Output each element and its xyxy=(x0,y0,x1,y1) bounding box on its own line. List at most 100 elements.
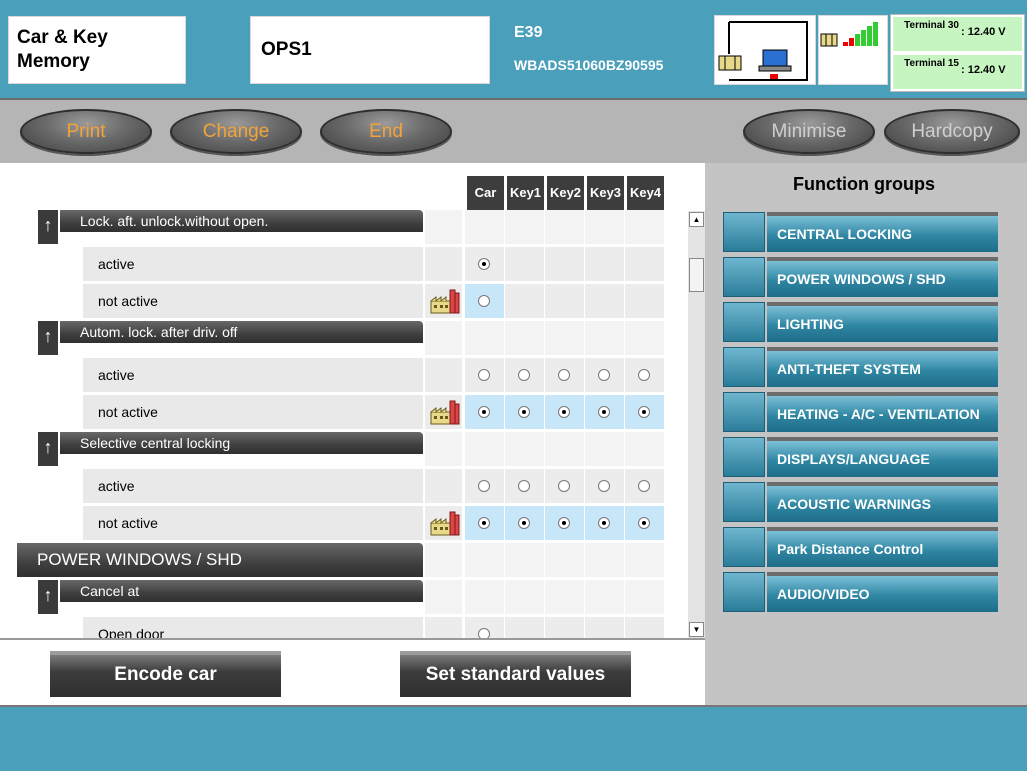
column-header-car: Car xyxy=(465,176,504,210)
radio-button[interactable] xyxy=(558,517,570,529)
option-cell-key3[interactable] xyxy=(585,358,624,392)
scroll-down-arrow-icon[interactable]: ▼ xyxy=(689,622,704,637)
option-cell-key1[interactable] xyxy=(505,506,544,540)
option-cell-car[interactable] xyxy=(465,617,504,638)
option-cell-key1[interactable] xyxy=(505,358,544,392)
function-group-label[interactable]: POWER WINDOWS / SHD xyxy=(767,257,998,297)
function-group-square-icon[interactable] xyxy=(723,257,765,297)
radio-button[interactable] xyxy=(518,406,530,418)
function-group-label[interactable]: ANTI-THEFT SYSTEM xyxy=(767,347,998,387)
end-button[interactable]: End xyxy=(320,109,452,154)
option-cell-key2[interactable] xyxy=(545,469,584,503)
option-cell-car[interactable] xyxy=(465,395,504,429)
function-group-item[interactable]: DISPLAYS/LANGUAGE xyxy=(723,437,998,477)
scroll-up-arrow-icon[interactable]: ▲ xyxy=(689,212,704,227)
job-name: OPS1 xyxy=(250,16,490,84)
empty-cell xyxy=(625,543,664,577)
function-group-square-icon[interactable] xyxy=(723,212,765,252)
option-cell-key4[interactable] xyxy=(625,358,664,392)
expand-arrow-icon[interactable]: ↑ xyxy=(38,580,58,614)
radio-button[interactable] xyxy=(478,369,490,381)
function-group-square-icon[interactable] xyxy=(723,482,765,522)
function-group-square-icon[interactable] xyxy=(723,392,765,432)
option-cell-car[interactable] xyxy=(465,469,504,503)
option-cell-key3[interactable] xyxy=(585,469,624,503)
set-standard-values-button[interactable]: Set standard values xyxy=(400,651,631,697)
empty-cell xyxy=(625,432,664,466)
radio-button[interactable] xyxy=(638,480,650,492)
radio-button[interactable] xyxy=(478,480,490,492)
option-cell-key2[interactable] xyxy=(545,506,584,540)
function-group-item[interactable]: Park Distance Control xyxy=(723,527,998,567)
empty-cell xyxy=(545,432,584,466)
column-header-key1: Key1 xyxy=(505,176,544,210)
radio-button[interactable] xyxy=(518,517,530,529)
function-group-label[interactable]: LIGHTING xyxy=(767,302,998,342)
radio-button[interactable] xyxy=(558,480,570,492)
function-group-square-icon[interactable] xyxy=(723,437,765,477)
empty-cell xyxy=(625,321,664,355)
option-cell-key1[interactable] xyxy=(505,469,544,503)
expand-arrow-icon[interactable]: ↑ xyxy=(38,432,58,466)
function-group-label[interactable]: ACOUSTIC WARNINGS xyxy=(767,482,998,522)
function-group-label[interactable]: DISPLAYS/LANGUAGE xyxy=(767,437,998,477)
function-group-square-icon[interactable] xyxy=(723,572,765,612)
function-group-item[interactable]: HEATING - A/C - VENTILATION xyxy=(723,392,998,432)
option-cell-key2[interactable] xyxy=(545,358,584,392)
function-group-item[interactable]: ACOUSTIC WARNINGS xyxy=(723,482,998,522)
expand-arrow-icon[interactable]: ↑ xyxy=(38,210,58,244)
function-group-item[interactable]: CENTRAL LOCKING xyxy=(723,212,998,252)
option-cell-key1[interactable] xyxy=(505,395,544,429)
option-cell-key4[interactable] xyxy=(625,395,664,429)
radio-button[interactable] xyxy=(598,406,610,418)
radio-button[interactable] xyxy=(638,517,650,529)
radio-button[interactable] xyxy=(478,258,490,270)
option-cell-key3[interactable] xyxy=(585,395,624,429)
function-group-label[interactable]: Park Distance Control xyxy=(767,527,998,567)
empty-cell xyxy=(465,543,504,577)
option-cell-key3 xyxy=(585,247,624,281)
function-group-item[interactable]: POWER WINDOWS / SHD xyxy=(723,257,998,297)
radio-button[interactable] xyxy=(598,517,610,529)
option-cell-key4[interactable] xyxy=(625,469,664,503)
option-cell-car[interactable] xyxy=(465,506,504,540)
option-cell-key2[interactable] xyxy=(545,395,584,429)
scroll-thumb[interactable] xyxy=(689,258,704,292)
radio-button[interactable] xyxy=(598,480,610,492)
function-group-label[interactable]: CENTRAL LOCKING xyxy=(767,212,998,252)
radio-button[interactable] xyxy=(638,369,650,381)
option-cell-key3[interactable] xyxy=(585,506,624,540)
radio-button[interactable] xyxy=(598,369,610,381)
function-group-item[interactable]: LIGHTING xyxy=(723,302,998,342)
radio-button[interactable] xyxy=(478,628,490,638)
minimise-button[interactable]: Minimise xyxy=(743,109,875,154)
function-group-square-icon[interactable] xyxy=(723,347,765,387)
radio-button[interactable] xyxy=(478,517,490,529)
option-cell-car[interactable] xyxy=(465,358,504,392)
option-cell-car[interactable] xyxy=(465,247,504,281)
hardcopy-button[interactable]: Hardcopy xyxy=(884,109,1020,154)
empty-cell xyxy=(505,543,544,577)
expand-arrow-icon[interactable]: ↑ xyxy=(38,321,58,355)
radio-button[interactable] xyxy=(558,369,570,381)
function-group-label[interactable]: HEATING - A/C - VENTILATION xyxy=(767,392,998,432)
option-cell-car[interactable] xyxy=(465,284,504,318)
radio-button[interactable] xyxy=(518,369,530,381)
function-group-item[interactable]: AUDIO/VIDEO xyxy=(723,572,998,612)
empty-cell xyxy=(545,210,584,244)
function-group-item[interactable]: ANTI-THEFT SYSTEM xyxy=(723,347,998,387)
empty-cell xyxy=(625,210,664,244)
encode-car-button[interactable]: Encode car xyxy=(50,651,281,697)
radio-button[interactable] xyxy=(558,406,570,418)
radio-button[interactable] xyxy=(478,406,490,418)
function-group-square-icon[interactable] xyxy=(723,527,765,567)
print-button[interactable]: Print xyxy=(20,109,152,154)
radio-button[interactable] xyxy=(638,406,650,418)
terminal-15-label: Terminal 15 xyxy=(904,58,959,69)
function-group-label[interactable]: AUDIO/VIDEO xyxy=(767,572,998,612)
option-cell-key4[interactable] xyxy=(625,506,664,540)
function-group-square-icon[interactable] xyxy=(723,302,765,342)
radio-button[interactable] xyxy=(518,480,530,492)
change-button[interactable]: Change xyxy=(170,109,302,154)
radio-button[interactable] xyxy=(478,295,490,307)
